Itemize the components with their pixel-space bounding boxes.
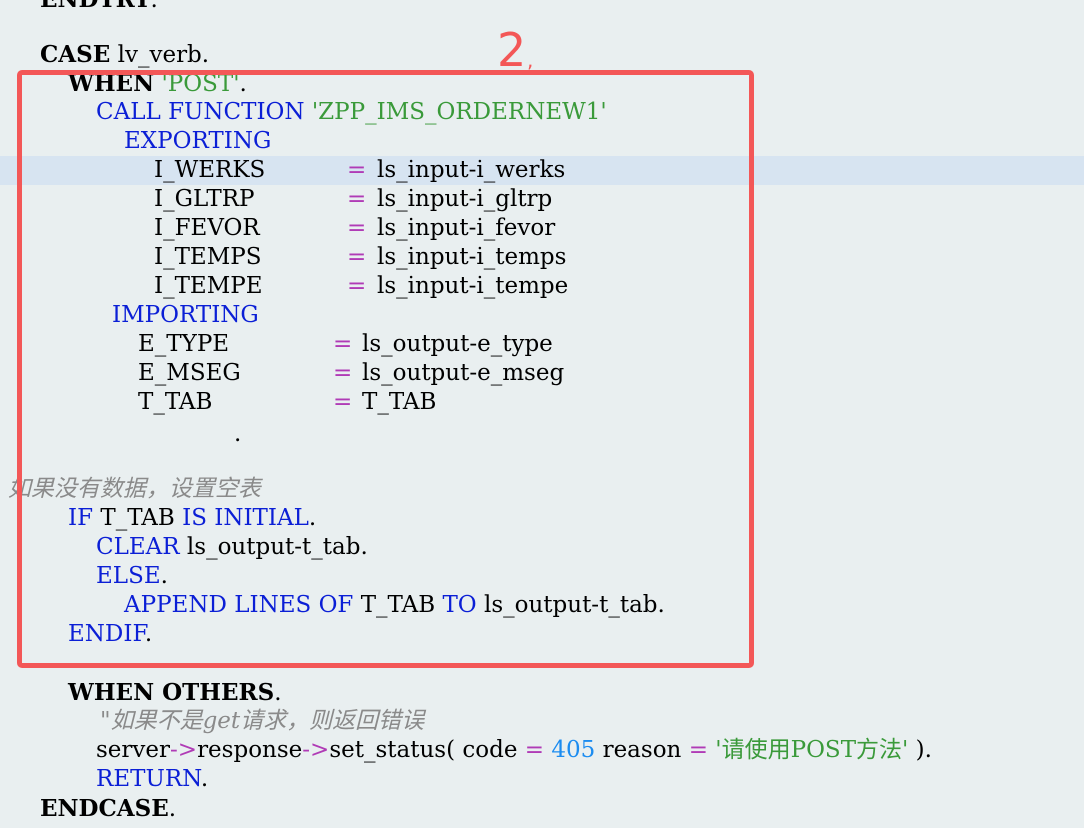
annotation-comma: , [527,48,534,72]
code-text: ). [915,737,932,763]
keyword: WHEN OTHERS [68,679,275,706]
code-line-endcase: ENDCASE. [40,794,1084,823]
number-literal: 405 [551,737,596,763]
period: . [168,796,177,822]
keyword: ENDCASE [40,795,169,822]
period: . [200,766,209,792]
code-line-endtry: ENDTRY. [40,0,1084,14]
code-text: set_status( code [329,737,518,763]
keyword: ENDTRY [40,0,150,13]
period: . [150,0,158,13]
code-text: server [96,737,171,763]
code-line-set-status: server->response->set_status( code = 405… [96,736,1084,765]
operator: -> [170,737,198,763]
code-text: lv_verb. [117,42,210,68]
period: . [274,680,282,706]
keyword: CASE [40,41,111,68]
code-text: response [197,737,303,763]
code-text: reason [602,737,682,763]
annotation-highlight-box [17,70,754,668]
operator: = [524,737,545,763]
code-line-case: CASE lv_verb. [40,40,1084,69]
code-line-return: RETURN. [96,765,1084,794]
code-line-comment-not-get: "如果不是get请求，则返回错误 [100,707,1084,736]
string-literal: '请使用POST方法' [715,737,909,763]
keyword: RETURN [96,766,201,792]
annotation-number: 2 [497,23,527,77]
comment: "如果不是get请求，则返回错误 [100,708,425,734]
operator: = [688,737,708,763]
code-line-when-others: WHEN OTHERS. [68,678,1084,707]
operator: -> [302,737,330,763]
